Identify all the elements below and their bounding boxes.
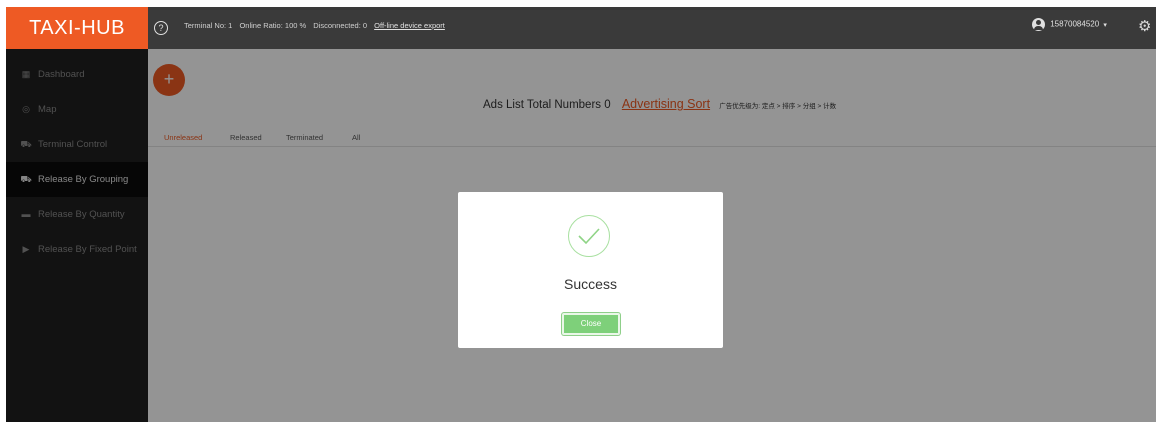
user-menu[interactable]: 15870084520 ▾: [1032, 18, 1107, 38]
brand-logo[interactable]: TAXI-HUB: [6, 7, 148, 49]
caret-down-icon: ▾: [1103, 21, 1107, 29]
gear-icon[interactable]: ⚙: [1138, 19, 1151, 35]
close-button[interactable]: Close: [562, 313, 620, 335]
terminal-status: Terminal No: 1 Online Ratio: 100 % Disco…: [184, 21, 450, 30]
user-avatar-icon: [1032, 18, 1045, 31]
user-phone: 15870084520: [1050, 19, 1100, 29]
online-ratio: Online Ratio: 100 %: [239, 21, 307, 30]
app-window: TAXI-HUB ? Terminal No: 1 Online Ratio: …: [6, 7, 1156, 422]
success-dialog: Success Close: [458, 192, 723, 348]
offline-export-link[interactable]: Off-line device export: [374, 21, 445, 30]
terminal-no: Terminal No: 1: [184, 21, 233, 30]
disconnected-count: Disconnected: 0: [313, 21, 368, 30]
check-circle-icon: [568, 215, 610, 257]
success-message: Success: [564, 276, 617, 292]
top-bar: TAXI-HUB ? Terminal No: 1 Online Ratio: …: [6, 7, 1156, 49]
question-circle-icon[interactable]: ?: [154, 21, 168, 35]
